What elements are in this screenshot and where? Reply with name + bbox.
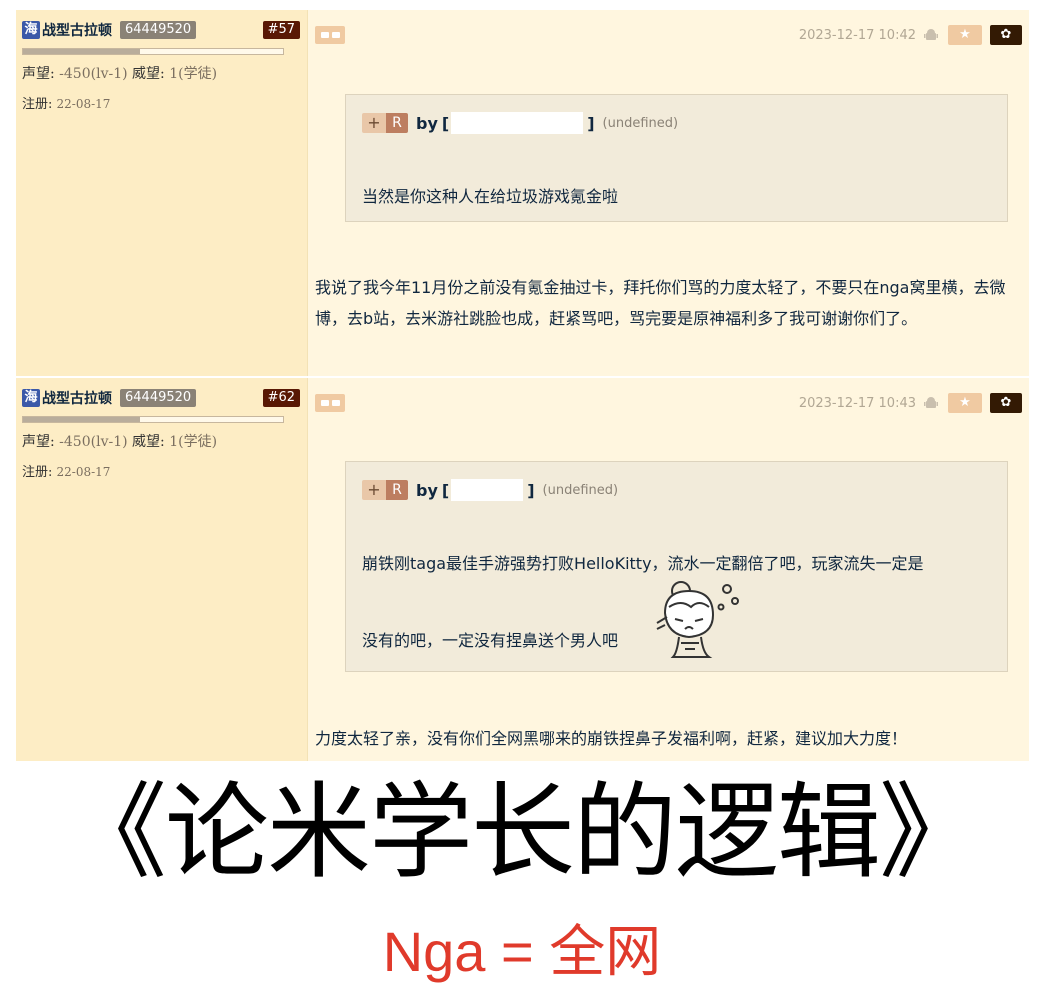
prestige-label: 声望: <box>22 434 60 450</box>
vote-button[interactable] <box>315 26 345 44</box>
authority-value: 1(学徒) <box>169 434 218 450</box>
quote-text-line1: 崩铁刚taga最佳手游强势打败HelloKitty，流水一定翻倍了吧，玩家流失一… <box>362 554 924 573</box>
user-stats: 声望: -450(lv-1) 威望: 1(学徒) <box>22 431 300 451</box>
star-icon[interactable]: ★ <box>948 25 982 45</box>
thumbs-up-icon[interactable] <box>320 400 329 406</box>
quote-undefined: (undefined) <box>602 115 679 131</box>
level-bar <box>22 416 284 423</box>
quote-by-label: by <box>416 113 438 133</box>
authority-label: 威望: <box>127 66 170 82</box>
user-info: 海 战型古拉顿 64449520 #62 声望: -450(lv-1) 威望: … <box>22 386 300 480</box>
quote-block: + R by [ ] (undefined) 崩铁刚taga最佳手游强势打败He… <box>345 461 1008 672</box>
quote-expand-button[interactable]: + <box>362 113 386 133</box>
quote-by-label: by <box>416 480 438 500</box>
quote-close-bracket: ] <box>587 113 595 133</box>
user-info: 海 战型古拉顿 64449520 #57 声望: -450(lv-1) 威望: … <box>22 18 300 112</box>
prestige-value: -450(lv-1) <box>59 66 128 82</box>
vote-button[interactable] <box>315 394 345 412</box>
register-value: 22-08-17 <box>56 465 111 479</box>
user-badge-icon: 海 <box>22 389 40 407</box>
user-stats: 声望: -450(lv-1) 威望: 1(学徒) <box>22 63 300 83</box>
authority-value: 1(学徒) <box>169 66 218 82</box>
gear-icon[interactable]: ✿ <box>990 393 1022 413</box>
user-id-badge[interactable]: 64449520 <box>120 21 197 39</box>
android-icon <box>924 397 938 408</box>
quote-undefined: (undefined) <box>542 482 619 498</box>
post-main: 2023-12-17 10:42 ★ ✿ + R by [ ] (undefin… <box>308 10 1029 376</box>
gear-icon[interactable]: ✿ <box>990 25 1022 45</box>
floor-number[interactable]: #62 <box>262 389 300 407</box>
star-icon[interactable]: ★ <box>948 393 982 413</box>
quote-text: 当然是你这种人在给垃圾游戏氪金啦 <box>362 187 619 206</box>
register-value: 22-08-17 <box>56 97 111 111</box>
quote-close-bracket: ] <box>527 480 535 500</box>
caption-subtitle: Nga = 全网 <box>382 920 662 983</box>
thumbs-down-icon[interactable] <box>331 400 340 406</box>
redacted-username <box>451 479 524 501</box>
user-badge-icon: 海 <box>22 21 40 39</box>
post-57: 海 战型古拉顿 64449520 #57 声望: -450(lv-1) 威望: … <box>16 10 1029 376</box>
authority-label: 威望: <box>127 434 170 450</box>
register-label: 注册: <box>22 97 57 112</box>
thumbs-up-icon[interactable] <box>320 32 329 38</box>
register-date: 注册: 22-08-17 <box>22 93 300 112</box>
redacted-username <box>451 112 584 134</box>
prestige-label: 声望: <box>22 66 60 82</box>
android-icon <box>924 29 938 40</box>
floor-number[interactable]: #57 <box>262 21 300 39</box>
username-link[interactable]: 战型古拉顿 <box>42 20 112 40</box>
prestige-value: -450(lv-1) <box>59 434 128 450</box>
post-body: 力度太轻了亲，没有你们全网黑哪来的崩铁捏鼻子发福利啊，赶紧，建议加大力度！ <box>315 729 908 748</box>
post-date: 2023-12-17 10:43 <box>798 395 916 411</box>
post-main: 2023-12-17 10:43 ★ ✿ + R by [ ] (undefin… <box>308 378 1029 761</box>
username-link[interactable]: 战型古拉顿 <box>42 388 112 408</box>
crying-girl-sticker <box>656 581 739 658</box>
caption-title: 《论米学长的逻辑》 <box>62 771 983 893</box>
quote-open-bracket: [ <box>441 480 450 500</box>
post-date: 2023-12-17 10:42 <box>798 27 916 43</box>
quote-expand-button[interactable]: + <box>362 480 386 500</box>
user-sidebar: 海 战型古拉顿 64449520 #57 声望: -450(lv-1) 威望: … <box>16 10 308 376</box>
register-date: 注册: 22-08-17 <box>22 461 300 480</box>
quote-reply-button[interactable]: R <box>386 113 408 133</box>
quote-reply-button[interactable]: R <box>386 480 408 500</box>
thumbs-down-icon[interactable] <box>331 32 340 38</box>
post-62: 海 战型古拉顿 64449520 #62 声望: -450(lv-1) 威望: … <box>16 378 1029 761</box>
quote-block: + R by [ ] (undefined) 当然是你这种人在给垃圾游戏氪金啦 <box>345 94 1008 222</box>
user-id-badge[interactable]: 64449520 <box>120 389 197 407</box>
register-label: 注册: <box>22 465 57 480</box>
level-bar <box>22 48 284 55</box>
post-body: 我说了我今年11月份之前没有氪金抽过卡，拜托你们骂的力度太轻了，不要只在nga窝… <box>315 278 1006 328</box>
user-sidebar: 海 战型古拉顿 64449520 #62 声望: -450(lv-1) 威望: … <box>16 378 308 761</box>
quote-open-bracket: [ <box>441 113 450 133</box>
quote-text-line2: 没有的吧，一定没有捏鼻送个男人吧 <box>362 631 619 650</box>
